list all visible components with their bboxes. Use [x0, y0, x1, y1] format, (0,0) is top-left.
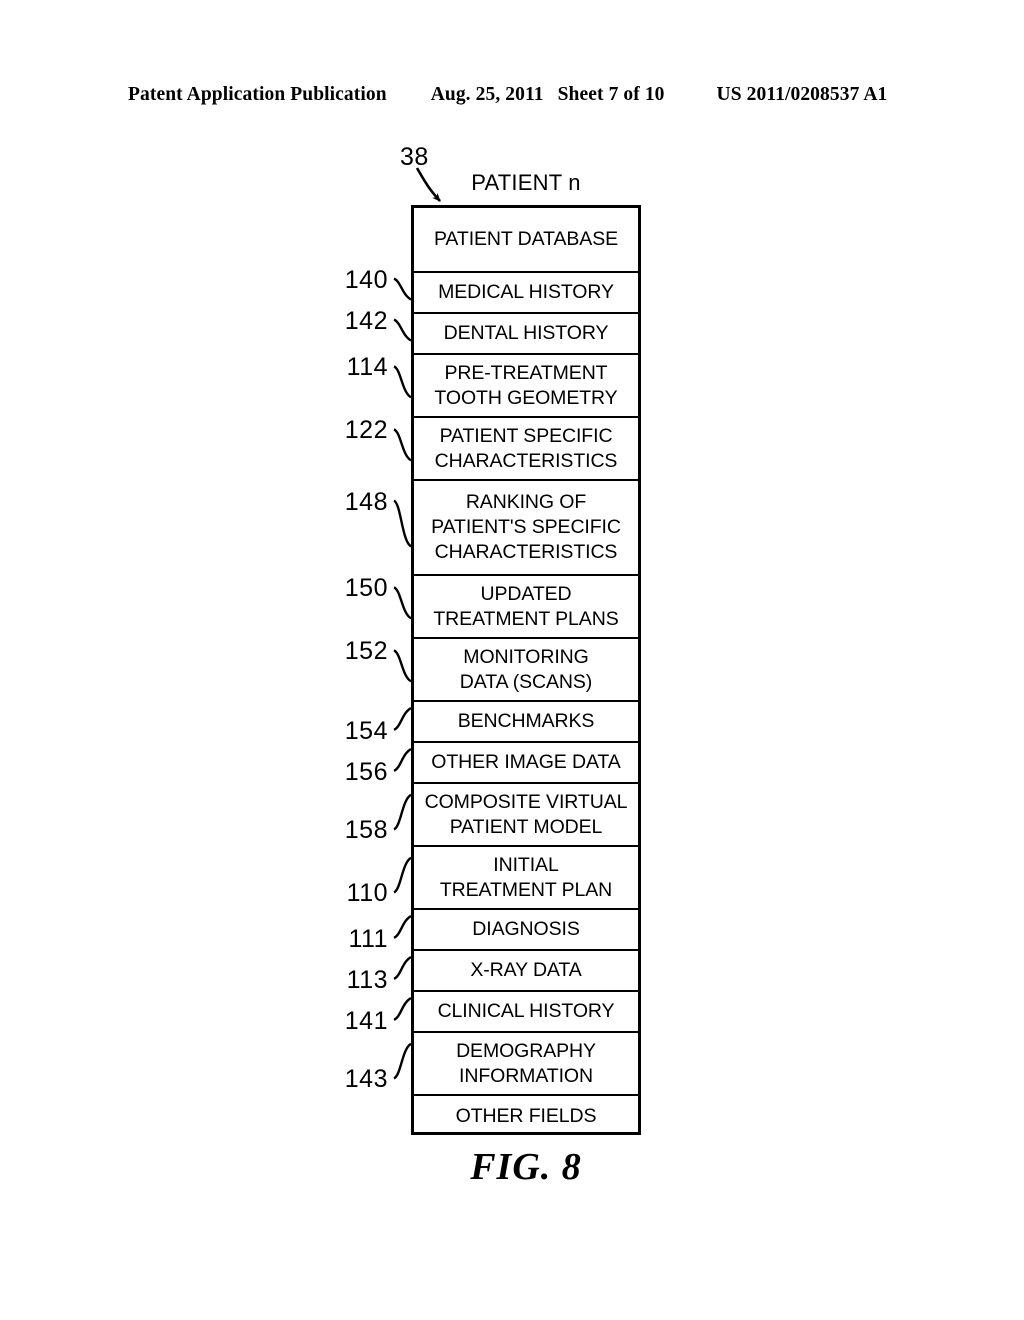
- row-line: TREATMENT PLAN: [439, 878, 613, 901]
- leader-line-111: [393, 914, 412, 939]
- row-line: DENTAL HISTORY: [443, 322, 609, 344]
- row-line: OTHER IMAGE DATA: [431, 751, 621, 773]
- leader-line-152: [393, 649, 412, 683]
- database-field-row: BENCHMARKS: [414, 702, 638, 743]
- patient-database-box: PATIENT DATABASE MEDICAL HISTORY DENTAL H…: [411, 205, 641, 1135]
- reference-numeral-140: 140: [344, 265, 388, 294]
- row-line: COMPOSITE VIRTUAL: [424, 790, 628, 813]
- row-line: OTHER FIELDS: [455, 1105, 597, 1127]
- database-field-row: X-RAY DATA: [414, 951, 638, 992]
- reference-numeral-152: 152: [344, 637, 388, 666]
- reference-numeral-141: 141: [344, 1006, 388, 1035]
- leader-line-143: [393, 1042, 412, 1080]
- reference-leader-lines: [393, 277, 412, 1080]
- database-field-row: OTHER FIELDS: [414, 1096, 638, 1137]
- row-line: RANKING OF: [465, 491, 587, 513]
- reference-numeral-142: 142: [344, 306, 388, 335]
- reference-numeral-150: 150: [344, 574, 388, 603]
- leader-line-142: [393, 318, 412, 342]
- database-field-row: DENTAL HISTORY: [414, 314, 638, 355]
- row-line: CLINICAL HISTORY: [437, 1000, 615, 1022]
- row-line: MONITORING: [463, 645, 589, 668]
- row-line: TOOTH GEOMETRY: [434, 386, 618, 409]
- database-field-row: PRE-TREATMENT TOOTH GEOMETRY: [414, 355, 638, 418]
- row-line: BENCHMARKS: [457, 710, 595, 732]
- database-field-row: DIAGNOSIS: [414, 910, 638, 951]
- row-line: MEDICAL HISTORY: [438, 281, 614, 303]
- row-line: PATIENT SPECIFIC: [439, 424, 613, 447]
- leader-line-156: [393, 747, 412, 772]
- row-line: DEMOGRAPHY: [456, 1039, 596, 1062]
- row-line: TREATMENT PLANS: [433, 607, 619, 630]
- reference-numeral-113: 113: [346, 965, 388, 994]
- row-line: PATIENT DATABASE: [433, 228, 619, 250]
- leader-line-141: [393, 996, 412, 1021]
- reference-numeral-110: 110: [346, 879, 388, 908]
- diagram-title: PATIENT n: [471, 170, 581, 195]
- leader-line-113: [393, 955, 412, 980]
- reference-numeral-114: 114: [346, 353, 388, 382]
- reference-numeral-154: 154: [344, 716, 388, 745]
- row-line: CHARACTERISTICS: [434, 449, 618, 472]
- reference-numeral-143: 143: [344, 1065, 388, 1094]
- row-line: DATA (SCANS): [459, 670, 593, 693]
- reference-numeral-148: 148: [344, 487, 388, 516]
- row-line: INITIAL: [493, 853, 559, 876]
- database-field-row: CLINICAL HISTORY: [414, 992, 638, 1033]
- callout-numeral-38: 38: [400, 143, 429, 171]
- figure-caption: FIG. 8: [470, 1146, 582, 1188]
- leader-line-140: [393, 277, 412, 301]
- reference-numeral-158: 158: [344, 816, 388, 845]
- leader-line-110: [393, 856, 412, 894]
- leader-line-122: [393, 428, 412, 462]
- figure-8: 38 PATIENT n PATIENT DATABASE MEDICAL HI…: [0, 0, 1024, 1320]
- row-line: DIAGNOSIS: [472, 918, 580, 940]
- database-field-row: RANKING OF PATIENT'S SPECIFIC CHARACTERIST…: [414, 481, 638, 576]
- database-field-row: INITIAL TREATMENT PLAN: [414, 847, 638, 910]
- database-field-row: OTHER IMAGE DATA: [414, 743, 638, 784]
- patient-database-header-row: PATIENT DATABASE: [414, 208, 638, 273]
- row-line: INFORMATION: [459, 1064, 593, 1087]
- row-line: PRE-TREATMENT: [444, 361, 608, 384]
- reference-numeral-111: 111: [348, 924, 388, 953]
- leader-line-114: [393, 365, 412, 399]
- row-line: PATIENT'S SPECIFIC: [431, 516, 621, 538]
- database-field-row: COMPOSITE VIRTUAL PATIENT MODEL: [414, 784, 638, 847]
- row-line: X-RAY DATA: [470, 959, 582, 981]
- database-field-row: UPDATED TREATMENT PLANS: [414, 576, 638, 639]
- leader-line-158: [393, 793, 412, 831]
- database-field-row: DEMOGRAPHY INFORMATION: [414, 1033, 638, 1096]
- reference-numeral-156: 156: [344, 757, 388, 786]
- leader-line-154: [393, 706, 412, 731]
- row-line: PATIENT MODEL: [449, 815, 603, 838]
- database-field-row: PATIENT SPECIFIC CHARACTERISTICS: [414, 418, 638, 481]
- row-line: CHARACTERISTICS: [434, 541, 618, 563]
- leader-line-148: [393, 499, 412, 548]
- database-field-row: MEDICAL HISTORY: [414, 273, 638, 314]
- reference-numeral-122: 122: [344, 416, 388, 445]
- leader-line-150: [393, 586, 412, 620]
- database-field-row: MONITORING DATA (SCANS): [414, 639, 638, 702]
- row-line: UPDATED: [480, 582, 572, 605]
